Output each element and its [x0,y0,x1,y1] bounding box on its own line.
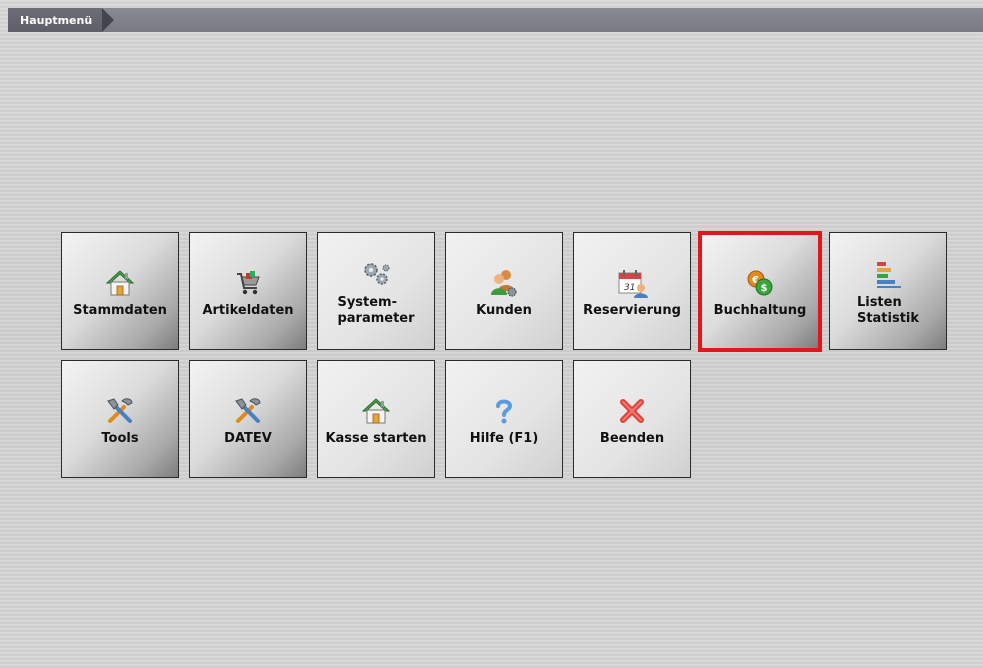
tile-kunden[interactable]: Kunden [445,232,563,350]
breadcrumb-item-hauptmenu[interactable]: Hauptmenü [8,8,102,32]
gears-icon [359,258,393,292]
customers-icon [487,266,521,300]
tile-label: Kasse starten [325,430,427,446]
tile-hilfe[interactable]: Hilfe (F1) [445,360,563,478]
tile-kasse-starten[interactable]: Kasse starten [317,360,435,478]
question-icon [487,394,521,428]
tile-label: Stammdaten [73,302,167,318]
tile-label: Reservierung [583,302,681,318]
svg-text:$: $ [761,283,768,294]
tile-label: Kunden [476,302,532,318]
coins-icon: € $ [743,266,777,300]
close-icon [615,394,649,428]
tile-label: DATEV [224,430,272,446]
tile-label: Buchhaltung [713,303,807,318]
tile-label: System- parameter [337,294,415,326]
svg-text:31: 31 [624,283,635,293]
calendar-icon: 31 [615,266,649,300]
tools-icon [231,394,265,428]
tile-buchhaltung[interactable]: € $ Buchhaltung [698,231,822,352]
tile-systemparameter[interactable]: System- parameter [317,232,435,350]
tile-listen-statistik[interactable]: Listen Statistik [829,232,947,350]
tools-icon [103,394,137,428]
tile-tools[interactable]: Tools [61,360,179,478]
tile-label: Beenden [599,430,665,446]
tile-label: Hilfe (F1) [469,430,539,446]
breadcrumb-label: Hauptmenü [20,13,93,27]
tile-beenden[interactable]: Beenden [573,360,691,478]
tile-stammdaten[interactable]: Stammdaten [61,232,179,350]
tile-artikeldaten[interactable]: Artikeldaten [189,232,307,350]
bar-list-icon [871,258,905,292]
shopping-cart-icon [231,266,265,300]
tile-label: Listen Statistik [856,294,920,326]
tile-label: Tools [101,430,139,446]
tile-label: Artikeldaten [202,302,294,318]
house-icon [103,266,137,300]
tile-datev[interactable]: DATEV [189,360,307,478]
breadcrumb-arrow-icon [102,8,114,32]
house-icon [359,394,393,428]
breadcrumb-bar: Hauptmenü [8,8,983,32]
tile-reservierung[interactable]: 31 Reservierung [573,232,691,350]
